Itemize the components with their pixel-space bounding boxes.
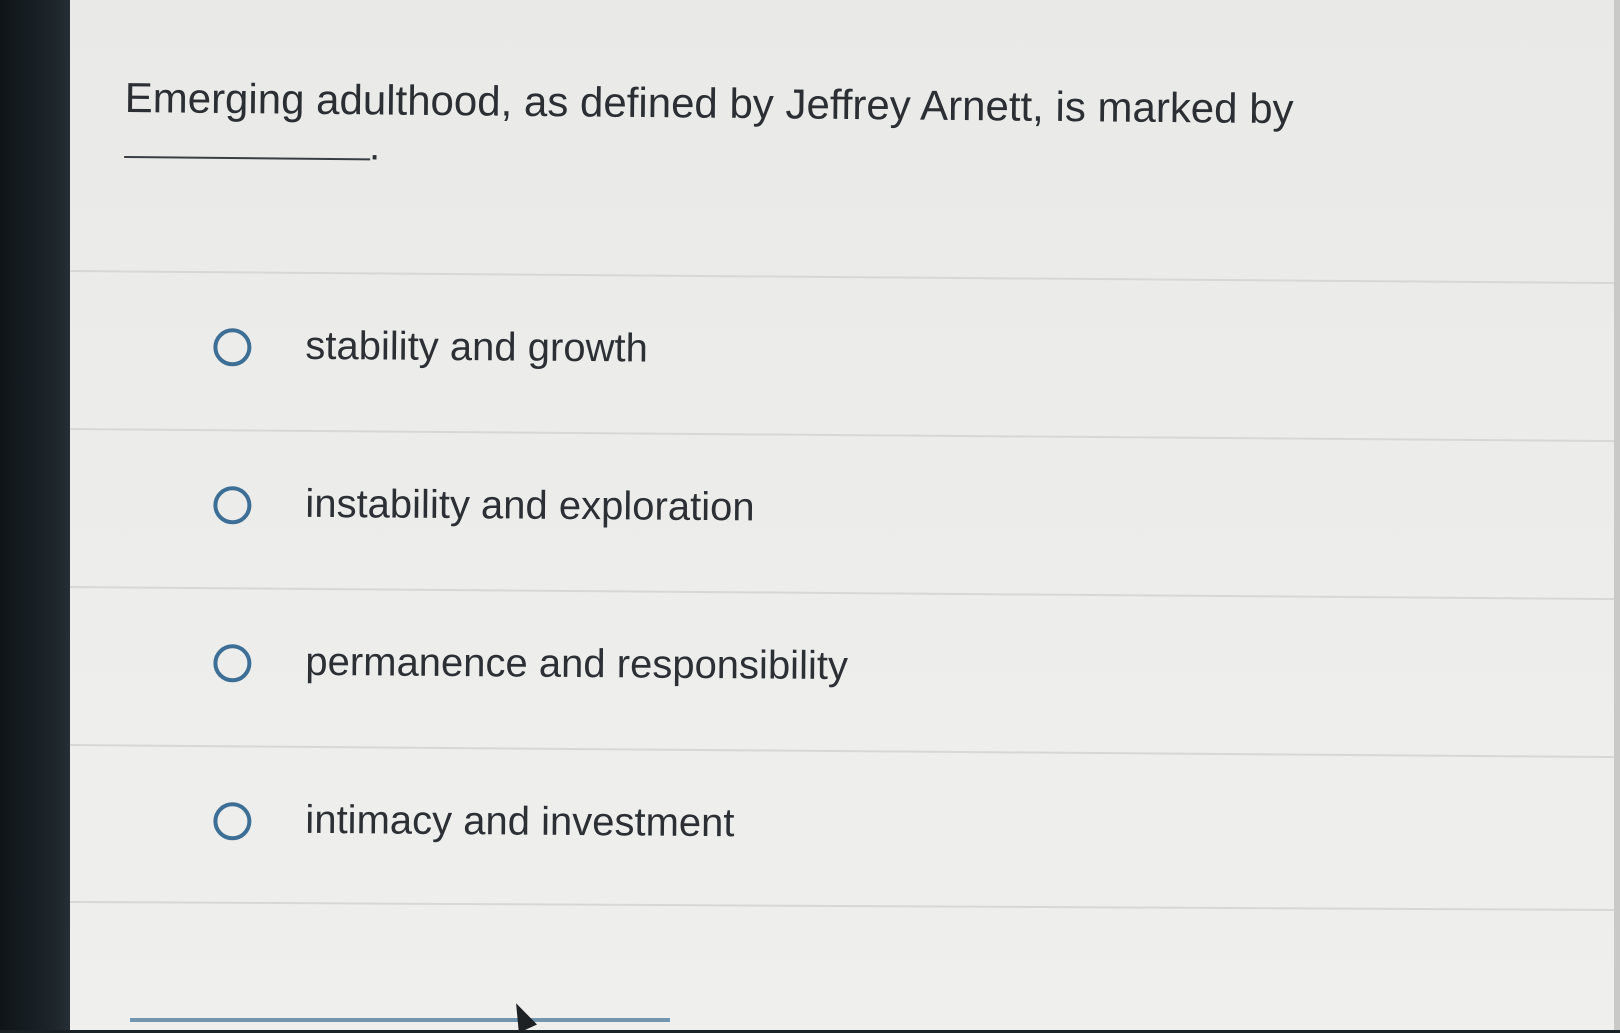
option-label-1[interactable]: stability and growth [305,322,648,373]
radio-button-4[interactable] [213,802,252,841]
answer-blank [124,155,371,161]
monitor-bezel [0,0,78,1030]
option-row-2[interactable]: instability and exploration [68,428,1620,599]
button-edge[interactable] [130,1018,670,1022]
option-row-4[interactable]: intimacy and investment [68,744,1620,915]
question-prompt: Emerging adulthood, as defined by Jeffre… [124,70,1425,170]
option-row-1[interactable]: stability and growth [68,270,1620,441]
radio-button-3[interactable] [213,644,252,683]
option-label-4[interactable]: intimacy and investment [305,796,734,847]
mouse-cursor-icon [507,999,537,1033]
option-label-2[interactable]: instability and exploration [305,480,755,532]
radio-button-2[interactable] [213,486,252,525]
option-row-3[interactable]: permanence and responsibility [68,586,1620,757]
answer-options: stability and growth instability and exp… [68,270,1620,915]
option-label-3[interactable]: permanence and responsibility [305,638,848,690]
radio-button-1[interactable] [213,328,252,367]
question-page: Emerging adulthood, as defined by Jeffre… [68,0,1620,1033]
page-edge [1614,0,1620,1030]
screen: Emerging adulthood, as defined by Jeffre… [0,0,1620,1033]
question-text: Emerging adulthood, as defined by Jeffre… [124,73,1294,133]
